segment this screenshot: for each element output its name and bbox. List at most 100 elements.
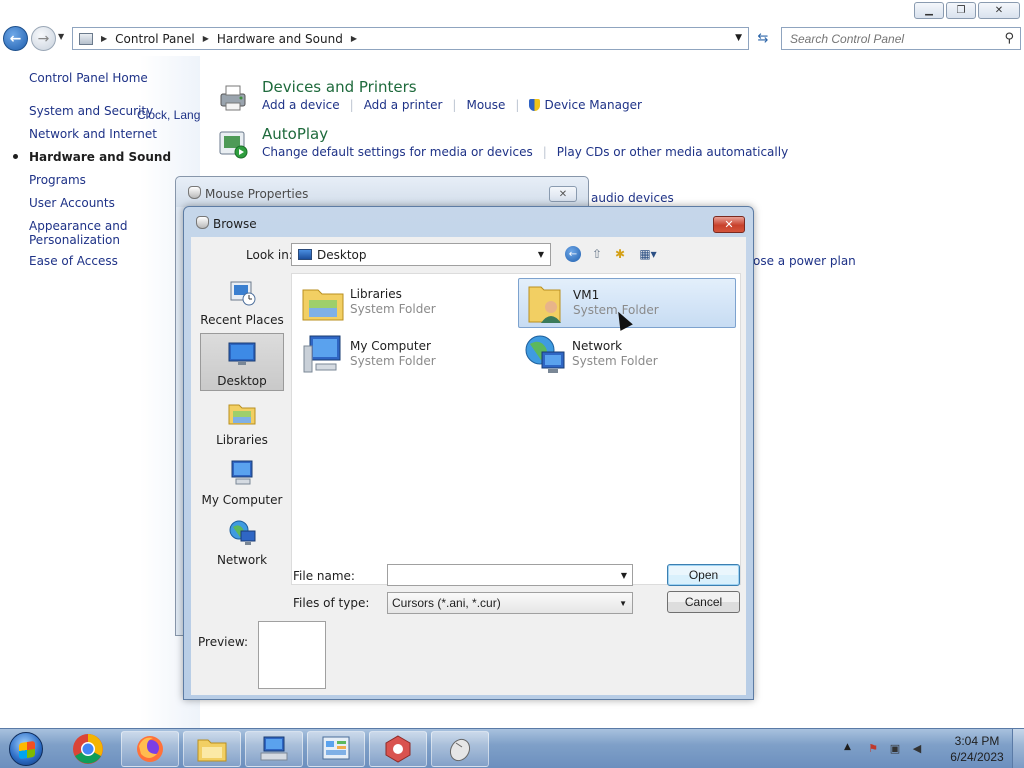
add-printer-link[interactable]: Add a printer [364, 98, 443, 112]
control-panel-home-link[interactable]: Control Panel Home [29, 71, 148, 85]
list-item-libraries[interactable]: Libraries System Folder [296, 278, 514, 328]
minimize-button[interactable]: ▁ [914, 2, 944, 19]
nav-hardware-and-sound[interactable]: Hardware and Sound [12, 150, 171, 173]
open-button[interactable]: Open [667, 564, 740, 586]
view-menu-icon[interactable]: ▦▾ [635, 245, 661, 263]
taskbar-explorer[interactable] [183, 731, 241, 767]
back-arrow-icon[interactable]: ← [3, 26, 28, 51]
place-libraries[interactable]: Libraries [200, 393, 284, 451]
nav-programs[interactable]: Programs [29, 173, 171, 196]
look-in-dropdown[interactable]: Desktop ▼ [291, 243, 551, 266]
forward-arrow-icon[interactable]: → [31, 26, 56, 51]
play-cds-link[interactable]: Play CDs or other media automatically [557, 145, 788, 159]
autoplay-icon [219, 131, 248, 159]
search-input[interactable] [790, 31, 990, 46]
place-label: Network [216, 553, 268, 567]
autoplay-title[interactable]: AutoPlay [262, 125, 328, 143]
computer-keyboard-icon [260, 736, 288, 761]
chevron-down-icon[interactable]: ▼ [621, 571, 627, 580]
address-bar[interactable]: ▶ Control Panel ▶ Hardware and Sound ▶ ▼ [72, 27, 749, 50]
mouse-properties-title: Mouse Properties [205, 187, 309, 201]
place-recent-places[interactable]: Recent Places [200, 273, 284, 331]
browse-dialog: Browse ✕ Look in: Desktop ▼ ← ⇧ ✱ ▦▾ Rec… [183, 206, 754, 700]
mouse-link[interactable]: Mouse [466, 98, 505, 112]
list-item-network[interactable]: Network System Folder [518, 330, 736, 380]
choose-power-plan-link[interactable]: ose a power plan [753, 254, 856, 268]
list-item-my-computer[interactable]: My Computer System Folder [296, 330, 514, 380]
places-bar: Recent Places Desktop Libraries My Compu… [200, 273, 284, 637]
files-of-type-label: Files of type: [293, 596, 370, 610]
navigation-bar: ← → ▼ ▶ Control Panel ▶ Hardware and Sou… [0, 24, 1024, 54]
network-icon [525, 335, 565, 373]
control-panel-icon [79, 32, 93, 45]
file-name-input[interactable] [388, 565, 608, 585]
place-network[interactable]: Network [200, 513, 284, 571]
taskbar-firefox[interactable] [121, 731, 179, 767]
browse-body: Look in: Desktop ▼ ← ⇧ ✱ ▦▾ Recent Place… [191, 237, 746, 695]
preview-label: Preview: [198, 635, 249, 649]
app-gear-icon [385, 735, 411, 763]
recent-pages-dropdown-icon[interactable]: ▼ [58, 32, 64, 41]
manage-audio-devices-link[interactable]: audio devices [591, 191, 674, 205]
clock[interactable]: 3:04 PM 6/24/2023 [942, 733, 1012, 765]
address-dropdown-icon[interactable]: ▼ [735, 33, 742, 43]
cancel-button[interactable]: Cancel [667, 591, 740, 613]
breadcrumb-control-panel[interactable]: Control Panel [115, 32, 195, 46]
mouse-icon [188, 186, 201, 199]
mouse-properties-close-button[interactable]: ✕ [549, 186, 577, 202]
nav-user-accounts[interactable]: User Accounts [29, 196, 171, 219]
look-in-label: Look in: [246, 248, 293, 262]
device-manager-link[interactable]: Device Manager [544, 98, 641, 112]
taskbar-remote-app[interactable] [245, 731, 303, 767]
chevron-down-icon[interactable]: ▼ [619, 599, 627, 608]
mouse-icon [196, 216, 209, 229]
file-list[interactable]: Libraries System Folder VM1 System Folde… [291, 273, 741, 585]
up-folder-icon[interactable]: ⇧ [588, 245, 606, 263]
system-tray: ▲ ⚑ ▣ ◀ 3:04 PM 6/24/2023 [834, 729, 1024, 768]
taskbar-app[interactable] [369, 731, 427, 767]
taskbar-chrome[interactable] [59, 731, 117, 767]
change-default-settings-link[interactable]: Change default settings for media or dev… [262, 145, 533, 159]
chevron-right-icon[interactable]: ▶ [101, 34, 107, 43]
chevron-right-icon[interactable]: ▶ [203, 34, 209, 43]
network-status-icon[interactable]: ▣ [888, 741, 902, 755]
link-separator: | [452, 98, 457, 112]
place-desktop[interactable]: Desktop [200, 333, 284, 391]
volume-muted-icon[interactable]: ◀ [910, 741, 924, 755]
back-arrow-icon[interactable]: ← [565, 246, 581, 262]
start-button[interactable] [4, 730, 48, 768]
nav-clock-language-region[interactable]: Clock, Language, and Regio [137, 108, 288, 131]
search-icon[interactable]: ⚲ [1004, 31, 1014, 46]
category-list: System and Security Network and Internet… [12, 104, 288, 277]
browse-titlebar: Browse ✕ [184, 207, 753, 237]
files-of-type-dropdown[interactable]: Cursors (*.ani, *.cur) ▼ [387, 592, 633, 614]
chevron-right-icon[interactable]: ▶ [351, 34, 357, 43]
search-box[interactable]: ⚲ [781, 27, 1021, 50]
taskbar-mouse-properties[interactable] [431, 731, 489, 767]
nav-ease-of-access[interactable]: Ease of Access [29, 254, 171, 277]
item-type: System Folder [350, 354, 436, 368]
new-folder-icon[interactable]: ✱ [611, 245, 629, 263]
action-center-flag-icon[interactable]: ⚑ [866, 741, 880, 755]
refresh-icon[interactable]: ⇆ [752, 28, 774, 49]
breadcrumb-hardware-and-sound[interactable]: Hardware and Sound [217, 32, 343, 46]
show-desktop-button[interactable] [1012, 729, 1024, 768]
desktop-icon [298, 249, 312, 260]
item-name: Network [572, 339, 623, 353]
restore-button[interactable]: ❐ [946, 2, 976, 19]
chrome-icon [73, 734, 103, 764]
browse-close-button[interactable]: ✕ [713, 216, 745, 233]
item-name: My Computer [350, 339, 431, 353]
item-type: System Folder [350, 302, 436, 316]
devices-and-printers-title[interactable]: Devices and Printers [262, 78, 417, 96]
nav-appearance-and-personalization[interactable]: Appearance and Personalization [29, 219, 139, 254]
close-button[interactable]: ✕ [978, 2, 1020, 19]
place-label: Libraries [216, 433, 268, 447]
look-in-value: Desktop [317, 247, 367, 262]
show-hidden-icons-icon[interactable]: ▲ [844, 742, 851, 752]
place-my-computer[interactable]: My Computer [200, 453, 284, 511]
file-name-combobox[interactable]: ▼ [387, 564, 633, 586]
chevron-down-icon[interactable]: ▼ [538, 250, 544, 259]
taskbar-control-panel[interactable] [307, 731, 365, 767]
add-device-link[interactable]: Add a device [262, 98, 340, 112]
